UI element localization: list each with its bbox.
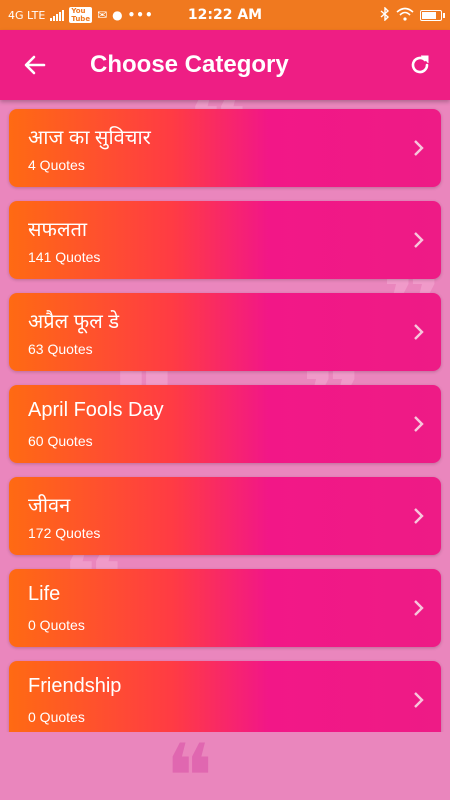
app-bar: Choose Category <box>0 30 450 100</box>
quote-count: 0 Quotes <box>28 617 85 633</box>
quote-count: 4 Quotes <box>28 157 85 173</box>
back-button[interactable] <box>0 30 70 100</box>
status-bar: 4G LTE You Tube ✉ ● ••• 12:22 AM <box>0 0 450 30</box>
quote-count: 141 Quotes <box>28 249 101 265</box>
chat-icon: ● <box>112 8 123 22</box>
chevron-right-icon <box>414 508 424 524</box>
chevron-right-icon <box>414 416 424 432</box>
quote-mark-decoration: ❝ <box>165 725 214 800</box>
arrow-back-icon <box>24 55 46 75</box>
quote-count: 172 Quotes <box>28 525 101 541</box>
category-list[interactable]: ❝ ❞ ❝ ❞ ❝ आज का सुविचार 4 Quotes सफलता 1… <box>0 100 450 732</box>
youtube-icon: You Tube <box>69 7 93 23</box>
category-card[interactable]: सफलता 141 Quotes <box>9 201 441 279</box>
chevron-right-icon <box>414 324 424 340</box>
battery-icon <box>420 9 445 21</box>
network-type: 4G LTE <box>8 8 46 22</box>
page-title: Choose Category <box>90 51 289 78</box>
quote-count: 0 Quotes <box>28 709 85 725</box>
signal-icon <box>50 9 65 21</box>
category-title: Life <box>28 583 61 605</box>
more-notifications-icon: ••• <box>127 8 154 22</box>
category-card[interactable]: Life 0 Quotes <box>9 569 441 647</box>
quote-count: 63 Quotes <box>28 341 93 357</box>
category-card[interactable]: अप्रैल फूल डे 63 Quotes <box>9 293 441 371</box>
bluetooth-icon <box>380 5 390 24</box>
chevron-right-icon <box>414 692 424 708</box>
chevron-right-icon <box>414 140 424 156</box>
category-title: जीवन <box>28 495 71 517</box>
category-card[interactable]: Friendship 0 Quotes <box>9 661 441 732</box>
wifi-icon <box>396 7 414 24</box>
status-left: 4G LTE You Tube ✉ ● ••• <box>8 7 154 23</box>
status-right <box>380 5 445 24</box>
chevron-right-icon <box>414 600 424 616</box>
category-card[interactable]: आज का सुविचार 4 Quotes <box>9 109 441 187</box>
chevron-right-icon <box>414 232 424 248</box>
mail-icon: ✉ <box>97 8 108 22</box>
category-title: आज का सुविचार <box>28 127 151 149</box>
category-title: Friendship <box>28 675 122 697</box>
category-card[interactable]: जीवन 172 Quotes <box>9 477 441 555</box>
category-title: सफलता <box>28 219 88 241</box>
category-title: अप्रैल फूल डे <box>28 311 120 333</box>
category-title: April Fools Day <box>28 399 164 421</box>
refresh-button[interactable] <box>390 30 450 100</box>
quote-count: 60 Quotes <box>28 433 93 449</box>
category-card[interactable]: April Fools Day 60 Quotes <box>9 385 441 463</box>
refresh-icon <box>411 55 429 74</box>
